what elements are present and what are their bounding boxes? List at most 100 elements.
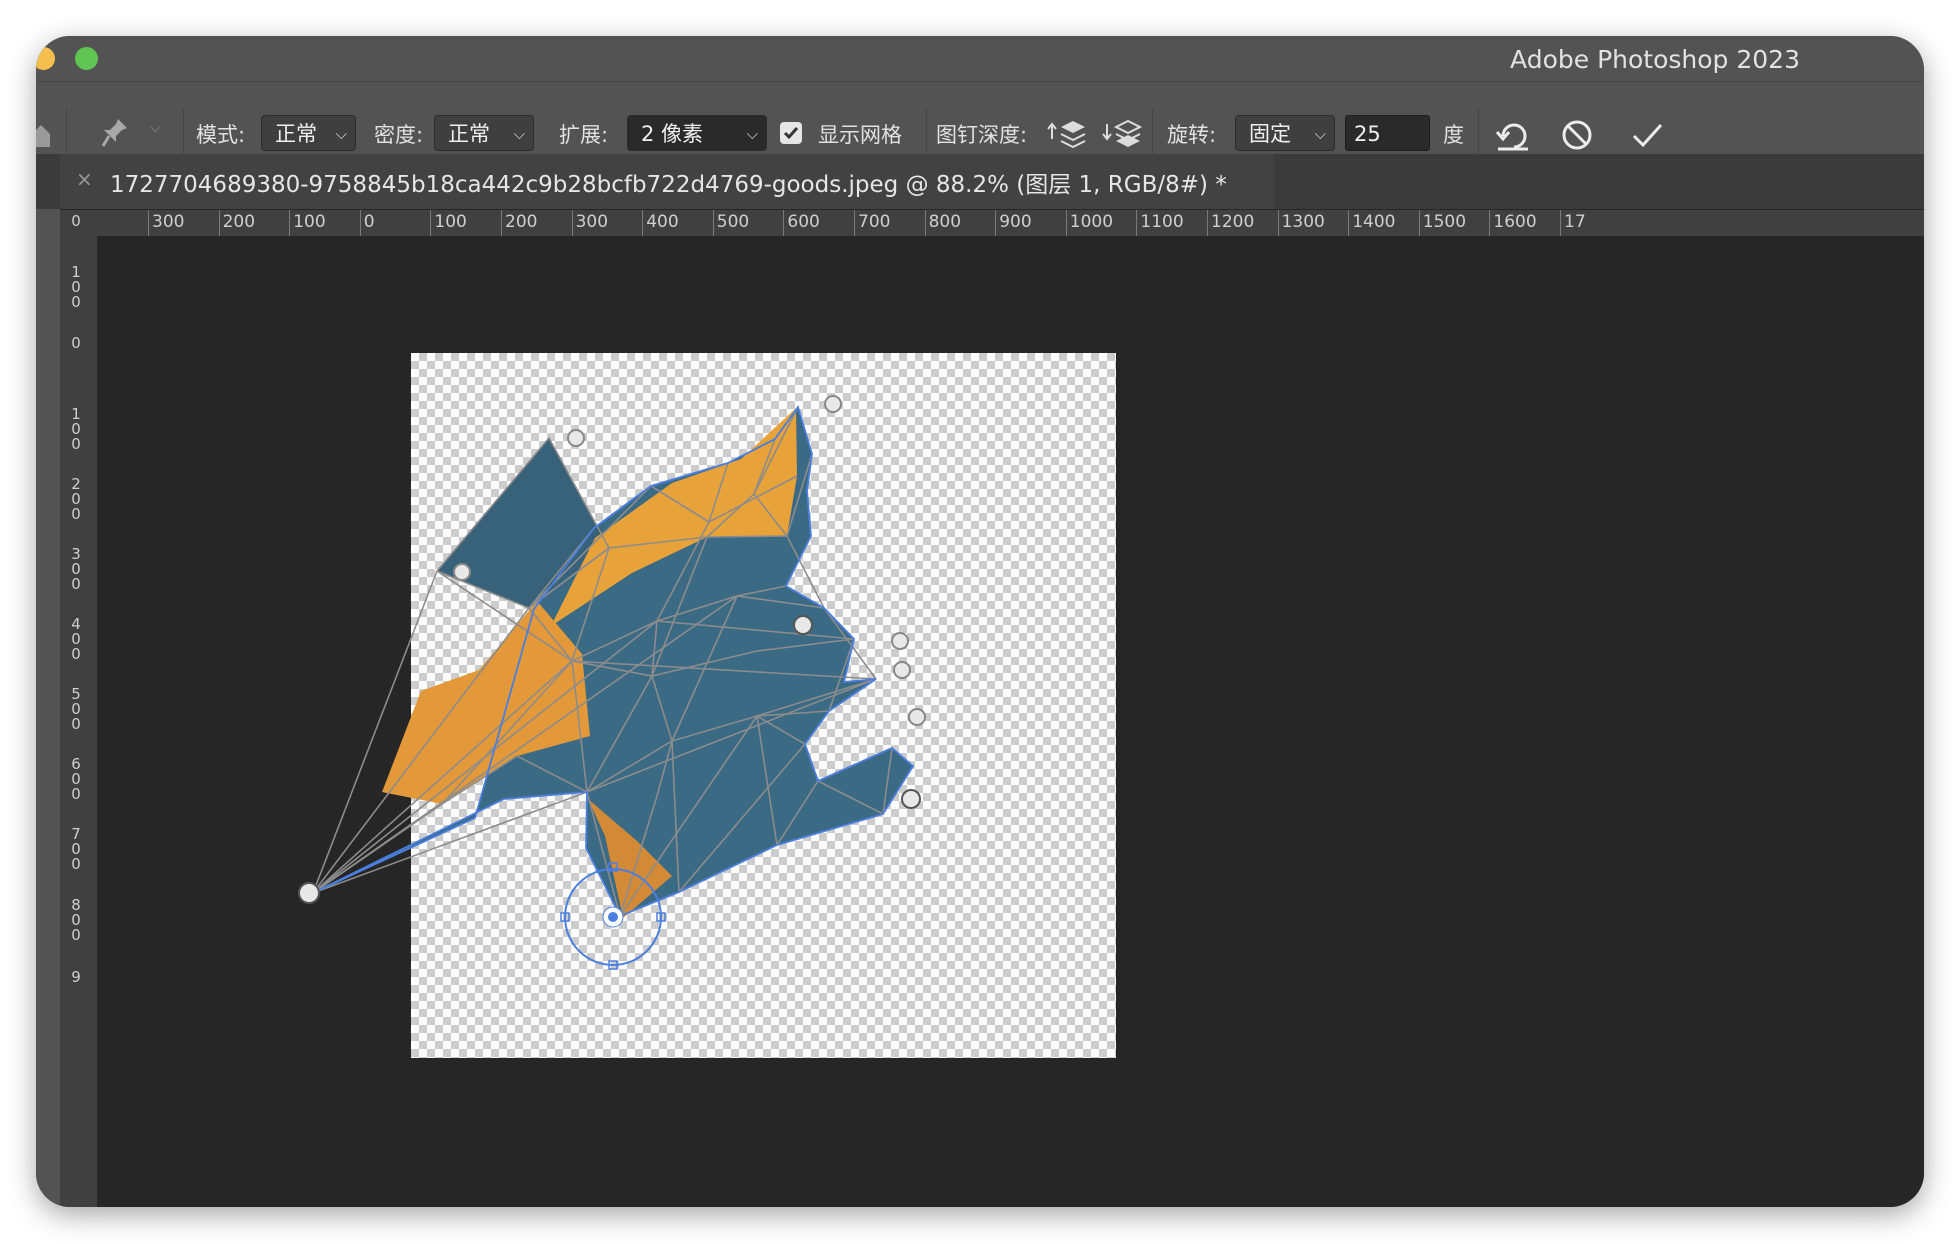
ruler-label-v: 9: [71, 968, 81, 986]
ruler-tick: [1560, 210, 1561, 236]
ruler-label-h: 300: [575, 212, 609, 232]
ruler-label-v: 500: [71, 685, 81, 733]
ruler-label-h: 0: [363, 212, 375, 232]
chevron-down-icon: ⌵: [746, 125, 758, 143]
ruler-label-v: 0: [71, 212, 81, 230]
ruler-tick: [218, 210, 220, 236]
tool-preset-chevron-icon[interactable]: ⌵: [150, 120, 161, 136]
cancel-icon[interactable]: [1560, 118, 1594, 152]
ruler-label-h: 300: [152, 212, 185, 232]
rotate-label: 旋转:: [1167, 123, 1217, 147]
ruler-label-h: 1300: [1281, 212, 1325, 232]
ruler-label-h: 1500: [1422, 212, 1467, 232]
undo-icon[interactable]: [1494, 118, 1532, 152]
ruler-label-v: 300: [71, 545, 81, 593]
rotate-angle-input[interactable]: 25: [1345, 115, 1430, 151]
ruler-label-v: 400: [71, 615, 81, 663]
ruler-label-h: 100: [293, 212, 326, 232]
pin-back-icon[interactable]: [1102, 115, 1142, 155]
show-mesh-checkbox[interactable]: [780, 122, 802, 144]
ruler-label-h: 1200: [1211, 212, 1255, 232]
ruler-label-v: 600: [71, 755, 81, 803]
ruler-tick: [712, 210, 714, 236]
pin-icon[interactable]: [100, 116, 130, 150]
vertical-ruler[interactable]: 0 100 0 100 200 300 400 500 600 700 800 9: [60, 210, 97, 1207]
density-value: 正常: [448, 122, 490, 146]
pin[interactable]: [824, 395, 842, 413]
pin[interactable]: [567, 429, 585, 447]
expand-label: 扩展:: [559, 123, 609, 147]
pin[interactable]: [901, 789, 921, 809]
ruler-label-h: 17: [1564, 212, 1586, 232]
mode-value: 正常: [275, 122, 317, 146]
show-mesh-label: 显示网格: [818, 123, 902, 147]
ruler-tick: [1277, 210, 1279, 236]
density-select[interactable]: 正常 ⌵: [434, 115, 534, 151]
ruler-label-h: 600: [787, 212, 820, 232]
pin-front-icon[interactable]: [1047, 115, 1087, 155]
expand-input[interactable]: 2 像素 ⌵: [627, 115, 767, 151]
ruler-label-h: 700: [858, 212, 891, 232]
ruler-label-v: 100: [71, 263, 81, 311]
mode-label: 模式:: [196, 123, 246, 147]
chevron-down-icon: ⌵: [1314, 125, 1326, 143]
ruler-label-v: 700: [71, 825, 81, 873]
title-bar: Adobe Photoshop 2023: [36, 36, 1924, 81]
ruler-tick: [430, 210, 432, 236]
ruler-label-h: 1100: [1140, 212, 1184, 232]
ruler-label-v: 0: [71, 334, 81, 352]
mode-select[interactable]: 正常 ⌵: [261, 115, 356, 151]
document-tab-bar: × 1727704689380-9758845b18ca442c9b28bcfb…: [36, 154, 1924, 209]
ruler-label-h: 200: [505, 212, 538, 232]
ruler-label-h: 1000: [1069, 212, 1114, 232]
ruler-label-h: 1600: [1493, 212, 1537, 232]
horizontal-ruler[interactable]: 300 200 100 0 100 200 300 400 500 600 700 800 900 100…: [97, 210, 1924, 237]
ruler-tick: [924, 210, 926, 236]
selected-pin-center: [608, 912, 618, 922]
ruler-label-v: 200: [71, 475, 81, 523]
ruler-label-v: 100: [71, 405, 81, 453]
close-icon[interactable]: ×: [76, 167, 93, 191]
ruler-tick: [995, 210, 997, 236]
rotate-mode-select[interactable]: 固定 ⌵: [1235, 115, 1335, 151]
ruler-tick: [1207, 210, 1208, 236]
pin[interactable]: [793, 615, 813, 635]
rotate-unit: 度: [1443, 123, 1464, 147]
ruler-tick: [1348, 210, 1350, 236]
ruler-label-h: 800: [928, 212, 962, 232]
canvas-area[interactable]: [97, 236, 1924, 1207]
minimize-button[interactable]: [36, 47, 55, 70]
puppet-warp-mesh: [298, 395, 926, 970]
pin[interactable]: [891, 632, 909, 650]
pin[interactable]: [298, 882, 320, 904]
checkmark-icon: [783, 127, 799, 140]
ruler-label-v: 800: [71, 896, 81, 944]
document-tab[interactable]: × 1727704689380-9758845b18ca442c9b28bcfb…: [60, 154, 1274, 209]
ruler-tick: [1418, 210, 1420, 236]
document-tab-title: 1727704689380-9758845b18ca442c9b28bcfb72…: [110, 172, 1227, 198]
photoshop-window: Adobe Photoshop 2023 ⌵ 模式: 正常 ⌵ 密度: 正常 ⌵…: [36, 36, 1924, 1207]
pin-depth-label: 图钉深度:: [936, 123, 1028, 147]
pin[interactable]: [453, 563, 471, 581]
ruler-label-h: 900: [999, 212, 1032, 232]
ruler-tick: [642, 210, 644, 236]
expand-value: 2 像素: [641, 122, 704, 146]
ruler-tick: [854, 210, 855, 236]
ruler-tick: [289, 210, 291, 236]
tools-panel-edge: [36, 154, 60, 1207]
ruler-label-h: 1400: [1352, 212, 1396, 232]
commit-icon[interactable]: [1630, 118, 1664, 152]
ruler-label-h: 200: [222, 212, 256, 232]
ruler-tick: [783, 210, 785, 236]
ruler-tick: [148, 210, 149, 236]
pin[interactable]: [893, 661, 911, 679]
rotate-mode-value: 固定: [1249, 122, 1291, 146]
chevron-down-icon: ⌵: [335, 125, 347, 143]
density-label: 密度:: [374, 123, 424, 147]
ruler-tick: [501, 210, 502, 236]
app-title: Adobe Photoshop 2023: [1510, 45, 1800, 74]
zoom-button[interactable]: [75, 47, 98, 70]
pin[interactable]: [908, 708, 926, 726]
home-icon[interactable]: [36, 120, 52, 150]
ruler-label-h: 400: [646, 212, 679, 232]
